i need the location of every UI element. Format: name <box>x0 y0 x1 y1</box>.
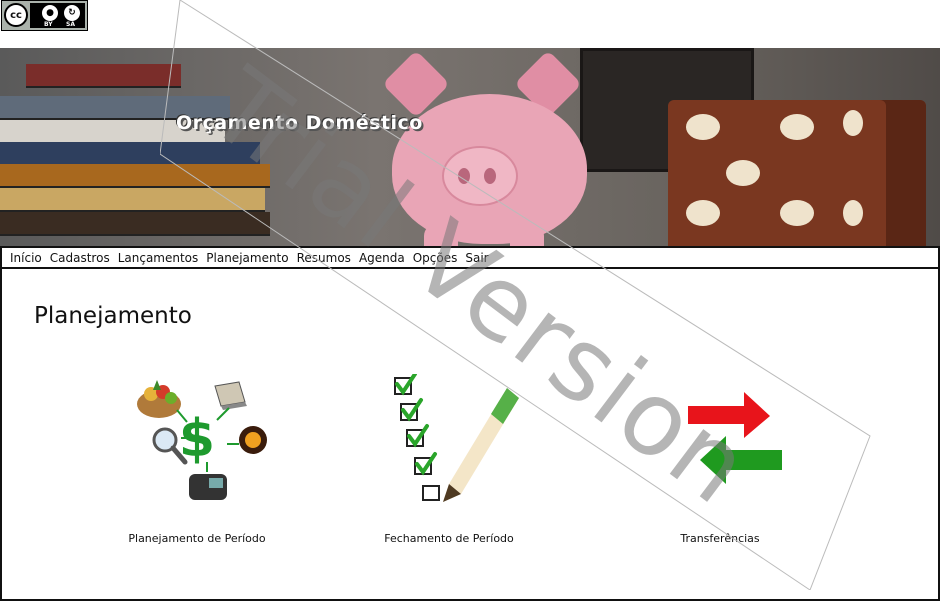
by-label: BY <box>44 21 53 28</box>
pig-leg <box>510 224 544 246</box>
tile-transferencias[interactable]: Transferências <box>620 374 820 545</box>
die-pip <box>726 160 760 186</box>
cc-icon: cc <box>4 3 28 27</box>
menu-item-lancamentos[interactable]: Lançamentos <box>118 251 199 265</box>
menu-item-planejamento[interactable]: Planejamento <box>206 251 288 265</box>
tile-planejamento-periodo[interactable]: $ Planejamento de Período <box>97 374 297 545</box>
die-pip <box>780 114 814 140</box>
transfer-arrows-icon <box>650 374 790 504</box>
book <box>0 164 270 188</box>
cc-license-badge[interactable]: cc ● ↻ BY SA <box>1 0 88 31</box>
die-pip <box>686 200 720 226</box>
tile-label: Transferências <box>680 532 760 545</box>
menu-item-sair[interactable]: Sair <box>465 251 488 265</box>
budget-planning-icon: $ <box>127 374 267 504</box>
tile-fechamento-periodo[interactable]: Fechamento de Período <box>349 372 549 545</box>
book <box>0 188 265 212</box>
menu-item-agenda[interactable]: Agenda <box>359 251 405 265</box>
die-pip <box>843 200 863 226</box>
menu-item-opcoes[interactable]: Opções <box>413 251 458 265</box>
book <box>0 142 260 166</box>
sa-label: SA <box>66 21 75 28</box>
menu-item-resumos[interactable]: Resumos <box>297 251 351 265</box>
by-attribution-icon: ● <box>42 5 58 21</box>
tile-label: Planejamento de Período <box>128 532 266 545</box>
die-pip <box>686 114 720 140</box>
book <box>0 212 270 236</box>
pig-nostril <box>458 168 470 184</box>
pig-snout <box>442 146 518 206</box>
book <box>26 64 181 88</box>
page-title: Planejamento <box>34 303 192 329</box>
content-panel: Planejamento $ Planejamento de Período F… <box>0 269 940 601</box>
die-pip <box>780 200 814 226</box>
header-banner: Orçamento Doméstico <box>0 48 940 246</box>
die-pip <box>843 110 863 136</box>
menu-item-cadastros[interactable]: Cadastros <box>50 251 110 265</box>
menu-item-inicio[interactable]: Início <box>10 251 42 265</box>
app-title: Orçamento Doméstico <box>176 112 423 134</box>
pig-nostril <box>484 168 496 184</box>
pig-leg <box>424 224 458 246</box>
wooden-die <box>668 100 926 246</box>
checklist-pencil-icon <box>379 372 519 504</box>
tile-label: Fechamento de Período <box>384 532 514 545</box>
main-menu: Início Cadastros Lançamentos Planejament… <box>0 246 940 269</box>
share-alike-icon: ↻ <box>64 5 80 21</box>
